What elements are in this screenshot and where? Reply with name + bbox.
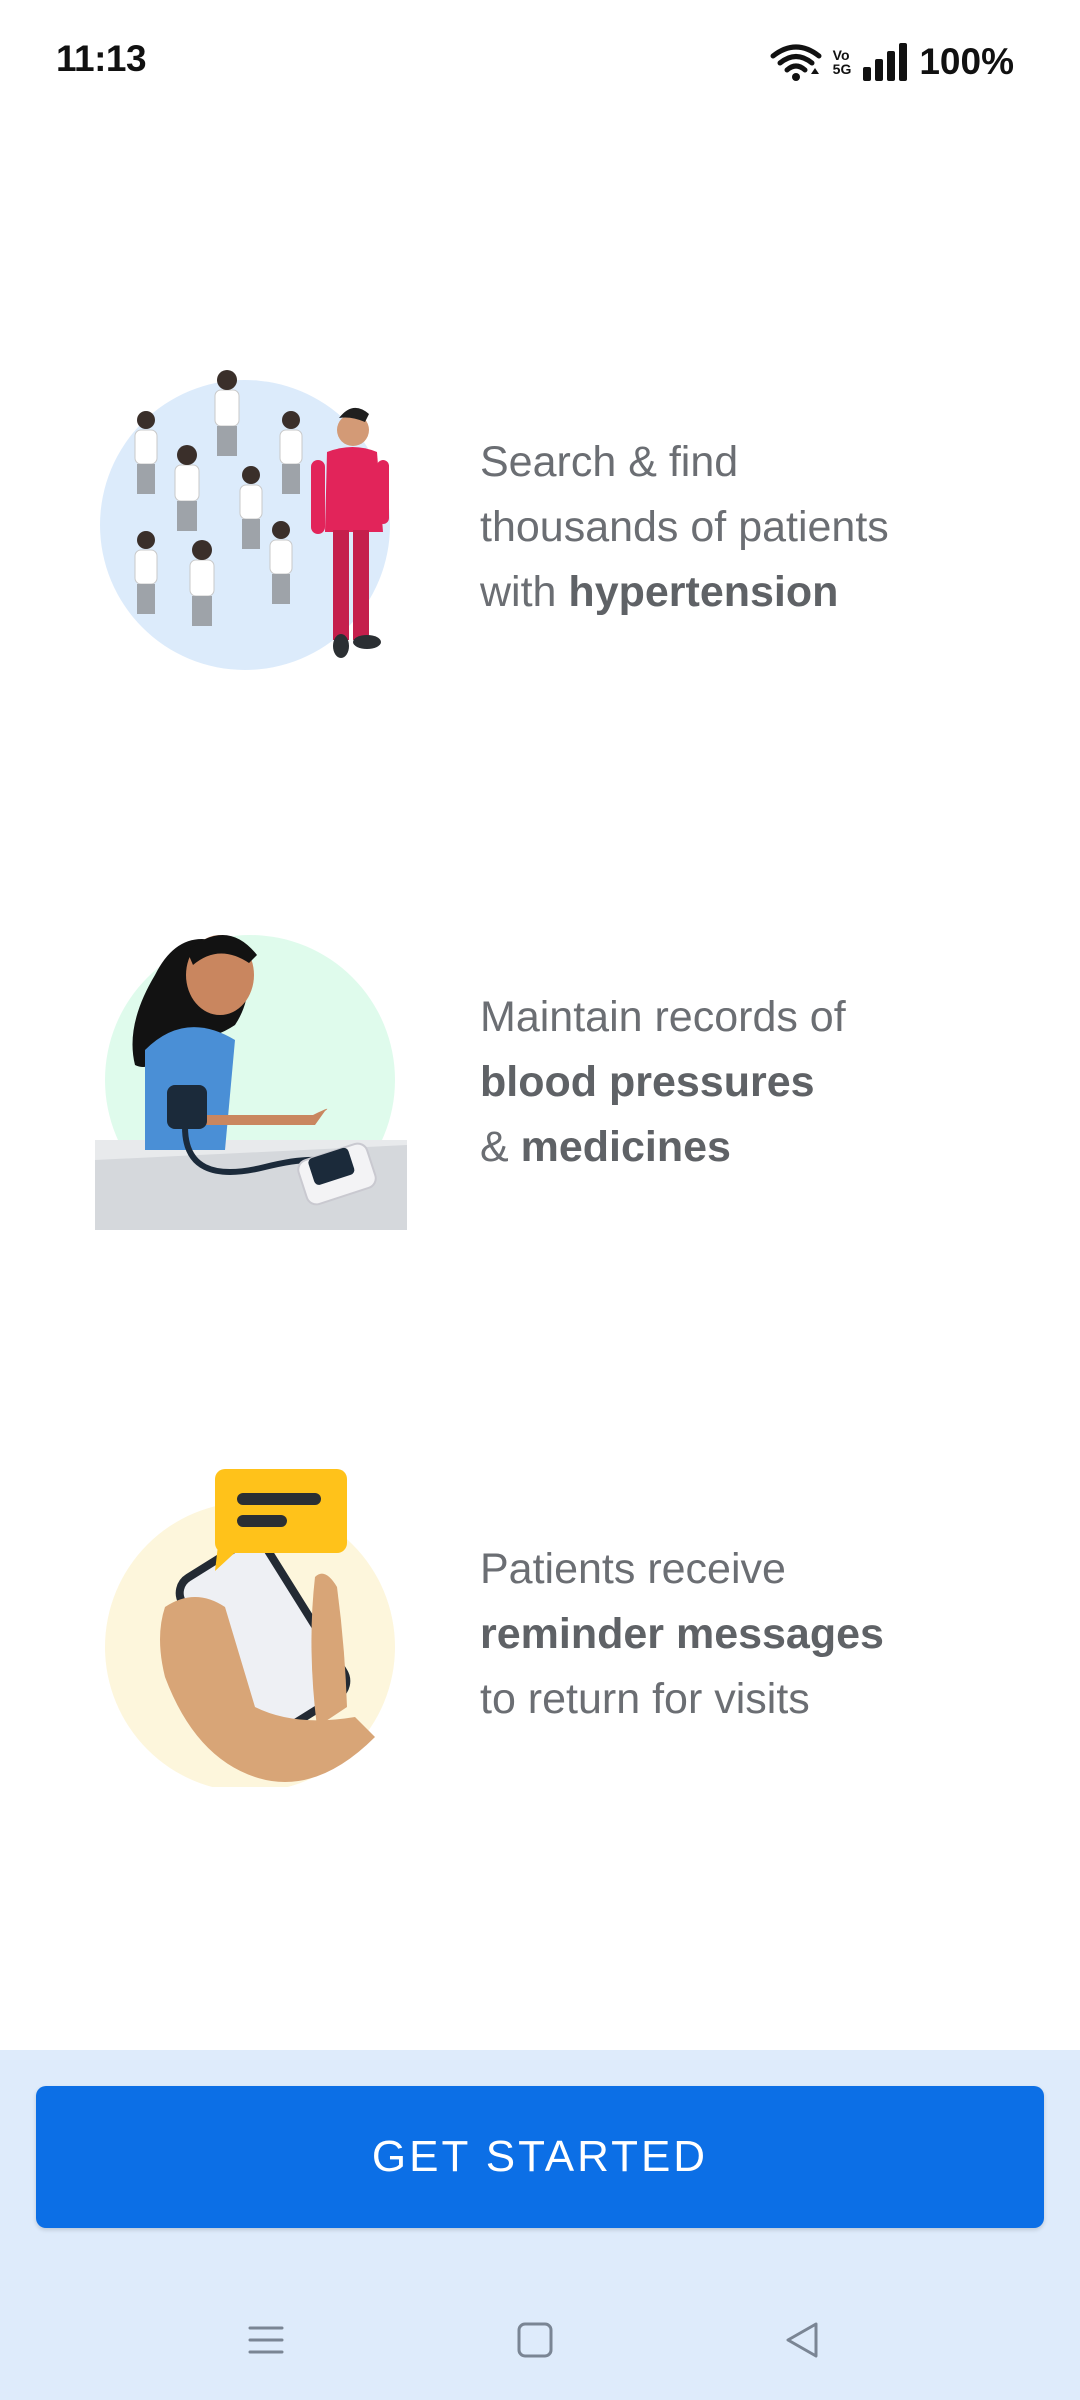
feature-line-plain: Maintain records of <box>480 993 846 1041</box>
signal-icon <box>863 43 908 81</box>
feature-line: & medicines <box>480 1115 846 1180</box>
nav-menu-button[interactable] <box>226 2300 306 2380</box>
patients-crowd-illustration <box>100 370 390 670</box>
status-bar: 11:13 Vo 5G 100% <box>0 0 1080 124</box>
feature-search-text: Search & find thousands of patients with… <box>480 430 889 625</box>
bottom-panel: GET STARTED <box>0 2050 1080 2400</box>
feature-line: reminder messages <box>480 1602 884 1667</box>
volte-icon: Vo 5G <box>833 48 852 76</box>
feature-line-plain: & <box>480 1123 521 1171</box>
feature-records-text: Maintain records of blood pressures & me… <box>480 985 846 1180</box>
feature-line-plain: Patients receive <box>480 1545 786 1593</box>
feature-search-patients: Search & find thousands of patients with… <box>0 360 1080 700</box>
volte-bottom: 5G <box>832 61 852 77</box>
home-icon <box>517 2322 553 2358</box>
feature-reminders-text: Patients receive reminder messages to re… <box>480 1537 884 1732</box>
feature-line-bold: hypertension <box>568 568 839 616</box>
feature-line: thousands of patients <box>480 495 889 560</box>
status-time: 11:13 <box>56 38 147 79</box>
volte-top: Vo <box>832 47 850 63</box>
menu-icon <box>248 2326 284 2354</box>
feature-line-plain: Search & find <box>480 438 739 486</box>
feature-line: with hypertension <box>480 560 889 625</box>
feature-records: Maintain records of blood pressures & me… <box>0 915 1080 1255</box>
battery-level: 100% <box>919 41 1014 82</box>
feature-line-plain: with <box>480 568 569 616</box>
feature-line-plain: thousands of patients <box>480 503 889 551</box>
feature-line: to return for visits <box>480 1667 884 1732</box>
nav-back-button[interactable] <box>762 2300 842 2380</box>
feature-line-bold: blood pressures <box>480 1058 815 1106</box>
feature-line: Search & find <box>480 430 889 495</box>
back-icon <box>786 2322 818 2358</box>
feature-line: Maintain records of <box>480 985 846 1050</box>
status-icons: Vo 5G 100% <box>769 38 1014 86</box>
nav-home-button[interactable] <box>495 2300 575 2380</box>
blood-pressure-illustration <box>95 934 407 1230</box>
feature-line-bold: medicines <box>520 1123 731 1171</box>
get-started-button[interactable]: GET STARTED <box>36 2086 1044 2228</box>
feature-line-plain: to return for visits <box>480 1675 810 1723</box>
feature-line: blood pressures <box>480 1050 846 1115</box>
feature-line-bold: reminder messages <box>480 1610 884 1658</box>
reminder-message-illustration <box>105 1469 395 1787</box>
system-navbar <box>0 2300 1080 2380</box>
wifi-icon <box>770 44 822 81</box>
feature-reminders: Patients receive reminder messages to re… <box>0 1467 1080 1807</box>
feature-line: Patients receive <box>480 1537 884 1602</box>
